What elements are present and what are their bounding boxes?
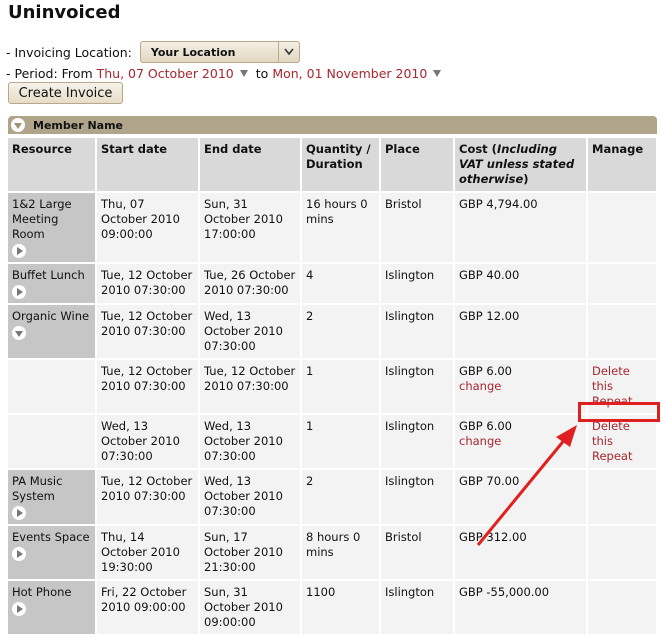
- quantity-cell: 1100: [301, 579, 381, 634]
- annotation-arrow: [476, 425, 577, 546]
- resource-name: Hot Phone: [12, 585, 72, 599]
- end-date-cell: Sun, 31 October 2010 09:00:00: [199, 579, 302, 634]
- place-cell: Islington: [380, 579, 455, 634]
- table-row: Hot Phone Fri, 22 October 2010 09:00:00 …: [8, 579, 658, 634]
- cost-cell: GBP -55,000.00: [454, 579, 588, 634]
- resource-cell: Hot Phone: [8, 579, 97, 634]
- expand-icon[interactable]: [12, 602, 26, 616]
- manage-cell: [587, 579, 658, 634]
- start-date-cell: Fri, 22 October 2010 09:00:00: [96, 579, 200, 634]
